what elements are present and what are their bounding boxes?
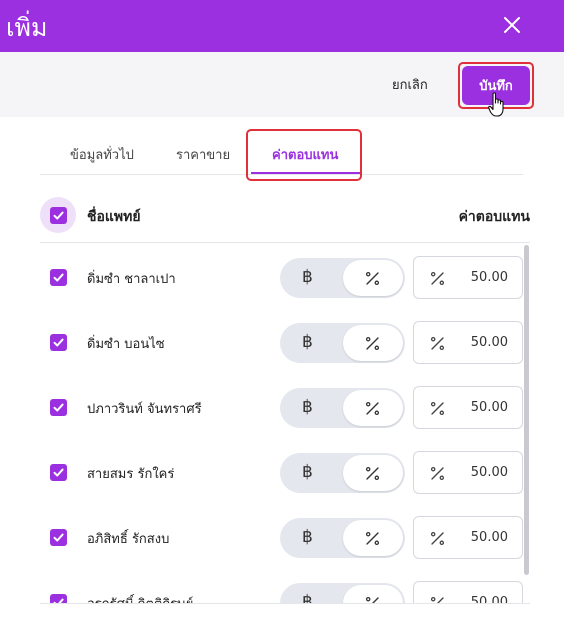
doctor-name: สายสมร รักใคร่ bbox=[87, 467, 175, 482]
unit-toggle[interactable]: ฿ bbox=[280, 583, 405, 603]
percent-option[interactable] bbox=[343, 520, 403, 556]
column-header-name: ชื่อแพทย์ bbox=[87, 209, 141, 225]
cancel-button[interactable]: ยกเลิก bbox=[392, 74, 428, 95]
table-body: ดิ่มซำ ชาลาเปา ฿ 50.00 ดิ่มซำ บอนไซ ฿ 50… bbox=[0, 245, 564, 603]
tab-price[interactable]: ราคาขาย bbox=[176, 144, 230, 165]
fee-value-input[interactable]: 50.00 bbox=[413, 581, 523, 603]
row-checkbox[interactable] bbox=[50, 594, 67, 603]
percent-option[interactable] bbox=[343, 390, 403, 426]
baht-option[interactable]: ฿ bbox=[302, 332, 313, 352]
tab-highlight-box bbox=[246, 129, 362, 181]
add-modal: เพิ่ม ยกเลิก บันทึก ข้อมูลทั่วไป ราคาขาย… bbox=[0, 0, 564, 617]
table-bottom-divider bbox=[40, 603, 530, 604]
percent-icon bbox=[365, 271, 380, 286]
percent-icon bbox=[365, 531, 380, 546]
select-all-checkbox[interactable] bbox=[50, 207, 67, 224]
fee-value: 50.00 bbox=[470, 465, 508, 480]
fee-value: 50.00 bbox=[470, 270, 508, 285]
percent-icon bbox=[365, 466, 380, 481]
percent-option[interactable] bbox=[343, 585, 403, 603]
table-row: อรกรัศมิ์ กิตติกิรษย์ ฿ 50.00 bbox=[40, 570, 523, 603]
doctor-name: อรกรัศมิ์ กิตติกิรษย์ bbox=[87, 593, 193, 603]
fee-value: 50.00 bbox=[470, 530, 508, 545]
modal-header: เพิ่ม bbox=[0, 0, 564, 52]
row-checkbox[interactable] bbox=[50, 399, 67, 416]
percent-icon bbox=[430, 531, 445, 546]
percent-icon bbox=[430, 401, 445, 416]
percent-icon bbox=[365, 401, 380, 416]
percent-icon bbox=[430, 466, 445, 481]
unit-toggle[interactable]: ฿ bbox=[280, 518, 405, 558]
row-checkbox[interactable] bbox=[50, 529, 67, 546]
select-all-ring bbox=[40, 197, 76, 233]
tab-general[interactable]: ข้อมูลทั่วไป bbox=[70, 144, 134, 165]
baht-option[interactable]: ฿ bbox=[302, 397, 313, 417]
baht-option[interactable]: ฿ bbox=[302, 267, 313, 287]
percent-option[interactable] bbox=[343, 455, 403, 491]
table-scrollbar[interactable] bbox=[524, 245, 529, 575]
action-bar: ยกเลิก บันทึก bbox=[0, 52, 564, 117]
doctor-name: ดิ่มซำ ชาลาเปา bbox=[87, 272, 176, 287]
doctor-name: ปภาวรินท์ จันทราศรี bbox=[87, 402, 202, 417]
modal-title: เพิ่ม bbox=[6, 13, 48, 42]
table-row: สายสมร รักใคร่ ฿ 50.00 bbox=[40, 440, 523, 505]
fee-value-input[interactable]: 50.00 bbox=[413, 256, 523, 299]
baht-option[interactable]: ฿ bbox=[302, 462, 313, 482]
baht-option[interactable]: ฿ bbox=[302, 527, 313, 547]
table-header: ชื่อแพทย์ ค่าตอบแทน bbox=[40, 195, 530, 243]
table-row: อภิสิทธิ์ รักสงบ ฿ 50.00 bbox=[40, 505, 523, 570]
fee-value-input[interactable]: 50.00 bbox=[413, 451, 523, 494]
hand-cursor-icon bbox=[488, 92, 504, 117]
table-row: ปภาวรินท์ จันทราศรี ฿ 50.00 bbox=[40, 375, 523, 440]
doctor-name: อภิสิทธิ์ รักสงบ bbox=[87, 532, 170, 547]
percent-option[interactable] bbox=[343, 260, 403, 296]
percent-option[interactable] bbox=[343, 325, 403, 361]
table-row: ดิ่มซำ บอนไซ ฿ 50.00 bbox=[40, 310, 523, 375]
unit-toggle[interactable]: ฿ bbox=[280, 388, 405, 428]
row-checkbox[interactable] bbox=[50, 269, 67, 286]
fee-value-input[interactable]: 50.00 bbox=[413, 516, 523, 559]
percent-icon bbox=[430, 596, 444, 603]
fee-value-input[interactable]: 50.00 bbox=[413, 321, 523, 364]
percent-icon bbox=[365, 596, 379, 603]
column-header-fee: ค่าตอบแทน bbox=[458, 209, 530, 225]
unit-toggle[interactable]: ฿ bbox=[280, 323, 405, 363]
percent-icon bbox=[430, 336, 445, 351]
fee-value: 50.00 bbox=[470, 335, 508, 350]
close-icon[interactable] bbox=[500, 13, 524, 37]
fee-value: 50.00 bbox=[470, 400, 508, 415]
percent-icon bbox=[365, 336, 380, 351]
fee-value-input[interactable]: 50.00 bbox=[413, 386, 523, 429]
unit-toggle[interactable]: ฿ bbox=[280, 258, 405, 298]
doctor-name: ดิ่มซำ บอนไซ bbox=[87, 337, 165, 352]
row-checkbox[interactable] bbox=[50, 334, 67, 351]
percent-icon bbox=[430, 271, 445, 286]
table-row: ดิ่มซำ ชาลาเปา ฿ 50.00 bbox=[40, 245, 523, 310]
row-checkbox[interactable] bbox=[50, 464, 67, 481]
fee-value: 50.00 bbox=[470, 595, 508, 603]
baht-option[interactable]: ฿ bbox=[302, 592, 313, 603]
unit-toggle[interactable]: ฿ bbox=[280, 453, 405, 493]
